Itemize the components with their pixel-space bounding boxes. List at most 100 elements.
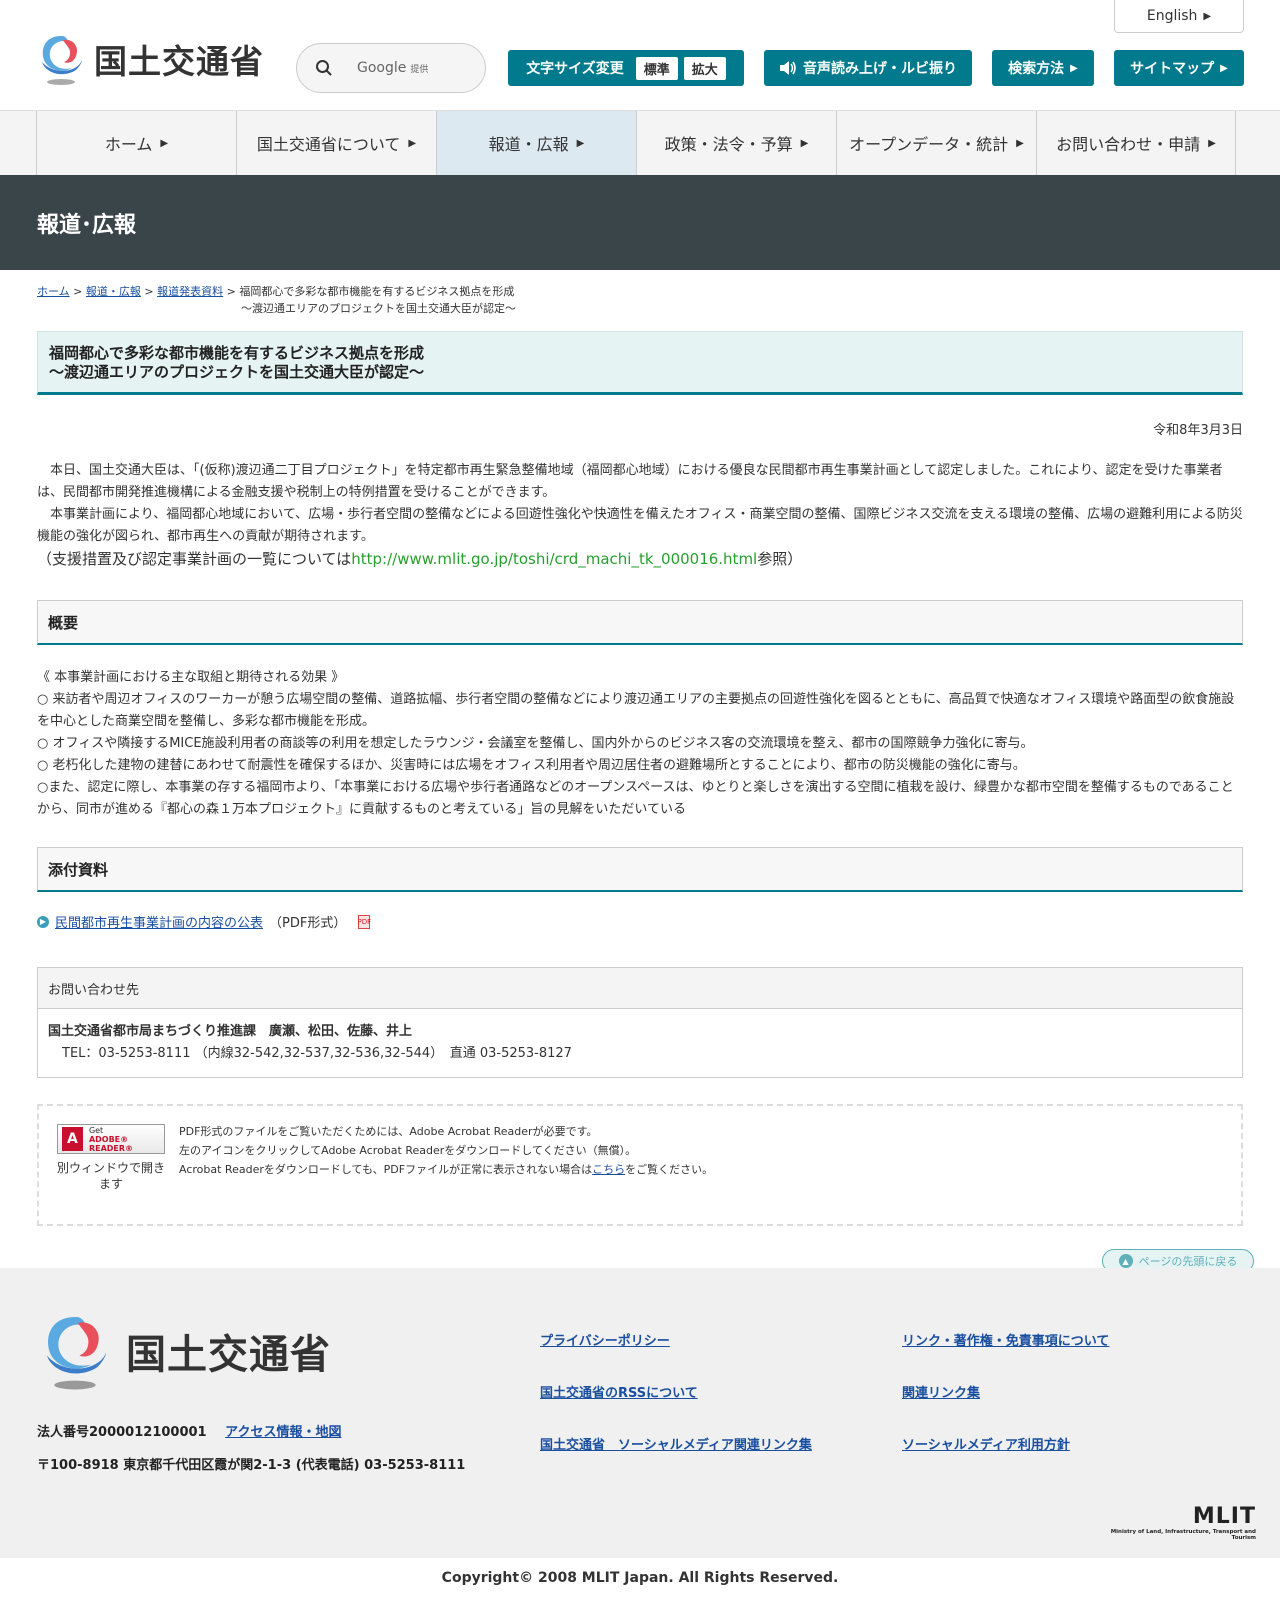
adobe-badge-get: Get	[88, 1125, 104, 1135]
search-provided: 提供	[410, 65, 429, 75]
nav-item-contact[interactable]: お問い合わせ・申請 ▶	[1036, 111, 1236, 175]
font-size-control: 文字サイズ変更 標準 拡大	[508, 50, 744, 86]
search-box[interactable]: Google 提供	[296, 43, 486, 93]
article-paragraph: 本日、国土交通大臣は、「(仮称)渡辺通二丁目プロジェクト」を特定都市再生緊急整備…	[37, 463, 1223, 500]
outline-body: 《 本事業計画における主な取組と期待される効果 》 ○ 来訪者や周辺オフィスのワ…	[37, 667, 1243, 821]
attachment-item: ▶ 民間都市再生事業計画の内容の公表 （PDF形式） PDF	[37, 912, 1243, 931]
search-method-label: 検索方法	[1008, 61, 1065, 77]
adobe-description: PDF形式のファイルをご覧いただくためには、Adobe Acrobat Read…	[179, 1122, 713, 1179]
sitemap-button[interactable]: サイトマップ ▶	[1114, 50, 1244, 86]
attachment-format: （PDF形式）	[269, 916, 347, 931]
contact-box: お問い合わせ先 国土交通省都市局まちづくり推進課 廣瀬、松田、佐藤、井上 TEL…	[37, 967, 1243, 1078]
reference-url-link[interactable]: http://www.mlit.go.jp/toshi/crd_machi_tk…	[351, 550, 757, 568]
outline-point: ○ オフィスや隣接するMICE施設利用者の商談等の利用を想定したラウンジ・会議室…	[37, 736, 1034, 751]
outline-point: ○ 来訪者や周辺オフィスのワーカーが憩う広場空間の整備、道路拡幅、歩行者空間の整…	[37, 692, 1235, 729]
breadcrumb-press-link[interactable]: 報道・広報	[86, 285, 141, 298]
outline-point: ○ 老朽化した建物の建替にあわせて耐震性を確保するほか、災害時には広場をオフィス…	[37, 758, 1026, 773]
footer-link-social-links[interactable]: 国土交通省 ソーシャルメディア関連リンク集	[540, 1434, 812, 1453]
search-icon[interactable]	[315, 59, 333, 77]
adobe-help-link[interactable]: こちら	[592, 1163, 625, 1176]
search-placeholder: Google	[357, 60, 407, 76]
footer-link-related[interactable]: 関連リンク集	[902, 1382, 980, 1401]
font-size-large-button[interactable]: 拡大	[683, 56, 726, 80]
article-paragraph: 本事業計画により、福岡都心地域において、広場・歩行者空間の整備などによる回遊性強…	[37, 507, 1243, 544]
article-title: 福岡都心で多彩な都市機能を有するビジネス拠点を形成 ～渡辺通エリアのプロジェクト…	[37, 331, 1243, 395]
article-body: 本日、国土交通大臣は、「(仮称)渡辺通二丁目プロジェクト」を特定都市再生緊急整備…	[37, 460, 1243, 570]
access-map-link[interactable]: アクセス情報・地図	[225, 1425, 341, 1440]
contact-tel: TEL：03-5253-8111 （内線32-542,32-537,32-536…	[62, 1046, 572, 1061]
adobe-line-prefix: Acrobat Readerをダウンロードしても、PDFファイルが正常に表示され…	[179, 1163, 593, 1176]
page-title: 報道･広報	[0, 175, 1280, 270]
nav-item-label: 政策・法令・予算	[664, 135, 793, 154]
triangle-right-icon: ▶	[1070, 62, 1078, 74]
footer-link-social-policy[interactable]: ソーシャルメディア利用方針	[902, 1434, 1070, 1453]
site-logo-text: 国土交通省	[94, 42, 264, 81]
breadcrumb: ホーム > 報道・広報 > 報道発表資料 > 福岡都心で多彩な都市機能を有するビ…	[0, 270, 1280, 317]
copyright: Copyright© 2008 MLIT Japan. All Rights R…	[441, 1570, 839, 1586]
triangle-right-icon: ▶	[1016, 137, 1024, 149]
nav-item-label: ホーム	[104, 135, 153, 154]
search-method-button[interactable]: 検索方法 ▶	[992, 50, 1094, 86]
nav-item-opendata[interactable]: オープンデータ・統計 ▶	[836, 111, 1036, 175]
footer-address: 〒100-8918 東京都千代田区霞が関2-1-3 (代表電話) 03-5253…	[37, 1458, 466, 1473]
nav-item-label: お問い合わせ・申請	[1056, 135, 1201, 154]
triangle-right-icon: ▶	[1203, 10, 1212, 22]
article-title-line1: 福岡都心で多彩な都市機能を有するビジネス拠点を形成	[49, 344, 425, 362]
outline-intro: 《 本事業計画における主な取組と期待される効果 》	[37, 670, 345, 685]
nav-item-label: オープンデータ・統計	[849, 135, 1009, 154]
breadcrumb-current-sub: ～渡辺通エリアのプロジェクトを国土交通大臣が認定～	[241, 302, 516, 315]
triangle-right-icon: ▶	[160, 137, 169, 149]
reference-prefix: （支援措置及び認定事業計画の一覧については	[37, 550, 352, 568]
sitemap-label: サイトマップ	[1130, 61, 1215, 77]
footer-link-rss[interactable]: 国土交通省のRSSについて	[540, 1382, 698, 1401]
attachments-heading: 添付資料	[37, 847, 1243, 892]
nav-item-home[interactable]: ホーム ▶	[36, 111, 236, 175]
mlit-full-name: Ministry of Land, Infrastructure, Transp…	[1110, 1529, 1256, 1541]
get-adobe-reader-button[interactable]: A Get ADOBE® READER®	[57, 1124, 165, 1154]
footer-corp-info: 法人番号2000012100001 アクセス情報・地図	[37, 1421, 341, 1440]
nav-item-policy[interactable]: 政策・法令・予算 ▶	[636, 111, 836, 175]
breadcrumb-release-link[interactable]: 報道発表資料	[157, 285, 223, 298]
nav-item-about[interactable]: 国土交通省について ▶	[236, 111, 436, 175]
corp-number: 法人番号2000012100001	[37, 1425, 207, 1440]
adobe-reader-notice: A Get ADOBE® READER® 別ウィンドウで開きます PDF形式のフ…	[37, 1104, 1243, 1226]
adobe-line: 左のアイコンをクリックしてAdobe Acrobat Readerをダウンロード…	[179, 1144, 637, 1157]
adobe-badge-text: Get ADOBE® READER®	[89, 1126, 164, 1153]
search-input[interactable]: Google 提供	[357, 60, 428, 76]
triangle-right-icon: ▶	[576, 137, 585, 149]
footer-logo[interactable]: 国土交通省	[38, 1310, 331, 1392]
adobe-line-suffix: をご覧ください。	[625, 1163, 714, 1176]
article-date: 令和8年3月3日	[1153, 423, 1243, 438]
article-title-line2: ～渡辺通エリアのプロジェクトを国土交通大臣が認定～	[49, 363, 425, 381]
global-nav: ホーム ▶ 国土交通省について ▶ 報道・広報 ▶ 政策・法令・予算 ▶ オープンデータ…	[0, 111, 1280, 175]
outline-point: ○また、認定に際し、本事業の存する福岡市より、「本事業における広場や歩行者通路な…	[37, 780, 1234, 817]
voice-ruby-label: 音声読み上げ・ルビ振り	[803, 61, 957, 77]
footer-link-privacy[interactable]: プライバシーポリシー	[540, 1330, 670, 1349]
mlit-mark: MLIT	[1192, 1504, 1256, 1529]
bullet-arrow-icon: ▶	[37, 915, 49, 928]
nav-item-press[interactable]: 報道・広報 ▶	[436, 111, 636, 175]
pdf-icon: PDF	[358, 914, 371, 929]
breadcrumb-home-link[interactable]: ホーム	[37, 285, 70, 298]
font-size-label: 文字サイズ変更	[526, 61, 624, 77]
speaker-icon	[780, 61, 796, 75]
adobe-badge-name: ADOBE® READER®	[88, 1134, 134, 1153]
site-logo[interactable]: 国土交通省	[36, 32, 264, 86]
nav-item-label: 報道・広報	[488, 135, 569, 154]
adobe-line: PDF形式のファイルをご覧いただくためには、Adobe Acrobat Read…	[179, 1125, 598, 1138]
attachment-link[interactable]: 民間都市再生事業計画の内容の公表	[55, 912, 263, 931]
english-link[interactable]: English ▶	[1114, 0, 1244, 33]
font-size-standard-button[interactable]: 標準	[635, 56, 678, 80]
adobe-line: Acrobat Readerをダウンロードしても、PDFファイルが正常に表示され…	[179, 1160, 713, 1179]
nav-item-label: 国土交通省について	[256, 135, 401, 154]
main-content: 福岡都心で多彩な都市機能を有するビジネス拠点を形成 ～渡辺通エリアのプロジェクト…	[0, 331, 1280, 1226]
site-header: 国土交通省 English ▶ Google 提供 文字サイズ変更 標準 拡大 音…	[0, 0, 1280, 111]
site-footer: 国土交通省 法人番号2000012100001 アクセス情報・地図 〒100-8…	[0, 1268, 1280, 1558]
adobe-logo-icon: A	[62, 1127, 83, 1151]
arrow-up-icon: ▲	[1118, 1254, 1133, 1268]
mlit-logo-icon	[42, 36, 82, 85]
voice-ruby-button[interactable]: 音声読み上げ・ルビ振り	[764, 50, 972, 86]
footer-link-copyright[interactable]: リンク・著作権・免責事項について	[902, 1330, 1109, 1349]
contact-body: 国土交通省都市局まちづくり推進課 廣瀬、松田、佐藤、井上 TEL：03-5253…	[38, 1009, 1242, 1077]
triangle-right-icon: ▶	[1220, 62, 1228, 74]
